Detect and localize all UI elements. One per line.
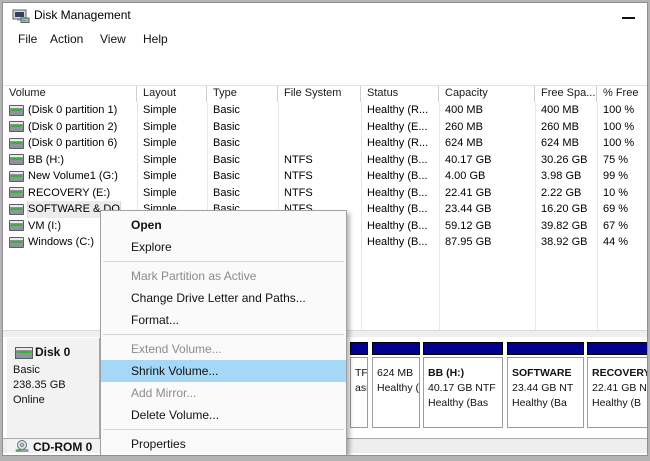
partition-color-band — [350, 342, 368, 355]
partition-name: SOFTWARE — [512, 366, 583, 381]
cdrom-icon — [15, 440, 30, 452]
partition-block-software[interactable]: SOFTWARE 23.44 GB NT Healthy (Ba — [507, 342, 584, 428]
app-icon — [12, 9, 30, 23]
partition-size: 40.17 GB NTF — [428, 381, 502, 396]
grid-line — [535, 102, 536, 330]
partition-block-recovery[interactable]: RECOVERY 22.41 GB N Healthy (B — [587, 342, 647, 428]
column-header-free-space[interactable]: Free Spa... — [535, 86, 597, 102]
column-header-pct-free[interactable]: % Free — [597, 86, 645, 102]
cdrom-name: CD-ROM 0 — [33, 440, 92, 453]
volume-name: New Volume1 (G:) — [28, 168, 118, 185]
menu-action[interactable]: Action — [50, 32, 83, 46]
partition-color-band — [423, 342, 503, 355]
menu-item-add-mirror: Add Mirror... — [101, 382, 346, 404]
disk-icon — [15, 347, 33, 359]
menu-item-format[interactable]: Format... — [101, 309, 346, 331]
volume-icon — [9, 105, 24, 116]
menu-item-delete-volume[interactable]: Delete Volume... — [101, 404, 346, 426]
disk-status: Online — [13, 394, 45, 406]
volume-row[interactable]: RECOVERY (E:) Simple Basic NTFS Healthy … — [3, 185, 647, 202]
grid-line — [439, 102, 440, 330]
volume-name: (Disk 0 partition 2) — [28, 119, 117, 136]
disk-size: 238.35 GB — [13, 379, 66, 391]
menu-help[interactable]: Help — [143, 32, 168, 46]
disk0-info-cell[interactable]: Disk 0 Basic 238.35 GB Online — [7, 338, 100, 438]
menu-item-extend-volume: Extend Volume... — [101, 338, 346, 360]
volume-row[interactable]: New Volume1 (G:) Simple Basic NTFS Healt… — [3, 168, 647, 185]
window-title: Disk Management — [34, 8, 131, 22]
volume-icon — [9, 171, 24, 182]
minimize-button[interactable] — [622, 12, 635, 25]
volume-row[interactable]: BB (H:) Simple Basic NTFS Healthy (B... … — [3, 152, 647, 169]
partition-name: RECOVERY — [592, 366, 647, 381]
menu-file[interactable]: File — [18, 32, 37, 46]
partition-status: asi — [355, 381, 367, 396]
partition-color-band — [372, 342, 420, 355]
disk-management-window: Disk Management File Action View Help ? — [2, 2, 648, 456]
volume-icon — [9, 138, 24, 149]
volume-row[interactable]: (Disk 0 partition 6) Simple Basic Health… — [3, 135, 647, 152]
column-header-status[interactable]: Status — [361, 86, 439, 102]
grid-line — [361, 102, 362, 330]
toolbar: ? — [3, 50, 647, 86]
partition-block-bb[interactable]: BB (H:) 40.17 GB NTF Healthy (Bas — [423, 342, 503, 428]
partition-status: Healthy (Ba — [512, 396, 583, 411]
volume-name: VM (I:) — [28, 218, 61, 235]
volume-icon — [9, 237, 24, 248]
partition-status: Healthy (B — [592, 396, 647, 411]
column-header-layout[interactable]: Layout — [137, 86, 207, 102]
menu-item-shrink-volume[interactable]: Shrink Volume... — [101, 360, 346, 382]
volume-table-header: Volume Layout Type File System Status Ca… — [3, 85, 647, 103]
volume-name: Windows (C:) — [28, 234, 94, 251]
volume-row[interactable]: (Disk 0 partition 2) Simple Basic Health… — [3, 119, 647, 136]
partition-name: BB (H:) — [428, 366, 502, 381]
column-header-volume[interactable]: Volume — [3, 86, 137, 102]
volume-name: BB (H:) — [28, 152, 64, 169]
grid-line — [597, 102, 598, 330]
partition-status: Healthy (Re — [377, 381, 419, 396]
title-bar: Disk Management — [3, 3, 647, 28]
volume-icon — [9, 204, 24, 215]
volume-row[interactable]: (Disk 0 partition 1) Simple Basic Health… — [3, 102, 647, 119]
menu-view[interactable]: View — [100, 32, 126, 46]
column-header-file-system[interactable]: File System — [278, 86, 361, 102]
partition-color-band — [507, 342, 584, 355]
volume-name: (Disk 0 partition 6) — [28, 135, 117, 152]
volume-icon — [9, 187, 24, 198]
partition-size: TF — [355, 366, 367, 381]
menu-item-properties[interactable]: Properties — [101, 433, 346, 455]
volume-icon — [9, 154, 24, 165]
menu-bar: File Action View Help — [3, 28, 647, 50]
volume-icon — [9, 220, 24, 231]
partition-size: 22.41 GB N — [592, 381, 647, 396]
menu-separator — [103, 261, 344, 262]
menu-item-change-drive-letter[interactable]: Change Drive Letter and Paths... — [101, 287, 346, 309]
menu-separator — [103, 334, 344, 335]
column-header-capacity[interactable]: Capacity — [439, 86, 535, 102]
volume-icon — [9, 121, 24, 132]
partition-block-624mb[interactable]: 624 MB Healthy (Re — [372, 342, 420, 428]
disk-name: Disk 0 — [35, 345, 70, 359]
partition-size: 624 MB — [377, 366, 419, 381]
menu-separator — [103, 429, 344, 430]
context-menu: Open Explore Mark Partition as Active Ch… — [100, 210, 347, 456]
partition-color-band — [587, 342, 647, 355]
partition-block-partial[interactable]: TF asi — [350, 342, 368, 428]
menu-item-mark-partition-active: Mark Partition as Active — [101, 265, 346, 287]
partition-size: 23.44 GB NT — [512, 381, 583, 396]
volume-name: RECOVERY (E:) — [28, 185, 110, 202]
volume-name: (Disk 0 partition 1) — [28, 102, 117, 119]
disk-type: Basic — [13, 364, 40, 376]
partition-status: Healthy (Bas — [428, 396, 502, 411]
cdrom-info-cell[interactable]: CD-ROM 0 — [7, 439, 100, 453]
column-header-type[interactable]: Type — [207, 86, 278, 102]
menu-item-explore[interactable]: Explore — [101, 236, 346, 258]
menu-item-open[interactable]: Open — [101, 214, 346, 236]
